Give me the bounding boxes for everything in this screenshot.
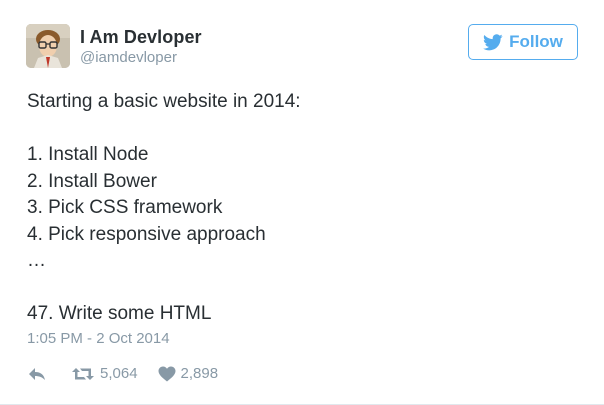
tweet-header: I Am Devloper @iamdevloper — [26, 24, 202, 70]
tweet-line: 4. Pick responsive approach — [27, 223, 266, 245]
user-names: I Am Devloper @iamdevloper — [80, 26, 202, 67]
avatar-image — [26, 24, 70, 68]
user-handle[interactable]: @iamdevloper — [80, 49, 202, 67]
tweet-text: Starting a basic website in 2014: 1. Ins… — [27, 89, 577, 328]
tweet-line — [27, 275, 577, 302]
tweet-line: Starting a basic website in 2014: — [27, 91, 301, 112]
tweet-line: 47. Write some HTML — [27, 303, 212, 324]
tweet-line: … — [27, 250, 46, 271]
tweet-timestamp[interactable]: 1:05 PM - 2 Oct 2014 — [27, 330, 170, 348]
tweet-actions: 5,064 2,898 — [27, 363, 218, 385]
tweet-line: 1. Install Node — [27, 144, 149, 165]
like-button[interactable]: 2,898 — [158, 364, 219, 384]
follow-label: Follow — [509, 32, 563, 51]
reply-icon — [29, 368, 45, 380]
retweet-button[interactable]: 5,064 — [71, 364, 138, 384]
reply-button[interactable] — [27, 366, 47, 382]
tweet-line — [27, 116, 577, 143]
like-count: 2,898 — [180, 365, 219, 382]
twitter-bird-icon — [483, 33, 503, 50]
tweet-line: 3. Pick CSS framework — [27, 197, 223, 218]
display-name[interactable]: I Am Devloper — [80, 26, 202, 48]
retweet-icon — [72, 368, 94, 380]
retweet-count: 5,064 — [100, 365, 138, 382]
follow-button[interactable]: Follow — [468, 24, 578, 60]
heart-icon — [158, 366, 176, 382]
tweet-line: 2. Install Bower — [27, 170, 157, 192]
tweet-card: I Am Devloper @iamdevloper Follow Starti… — [0, 0, 604, 405]
avatar[interactable] — [26, 24, 70, 68]
